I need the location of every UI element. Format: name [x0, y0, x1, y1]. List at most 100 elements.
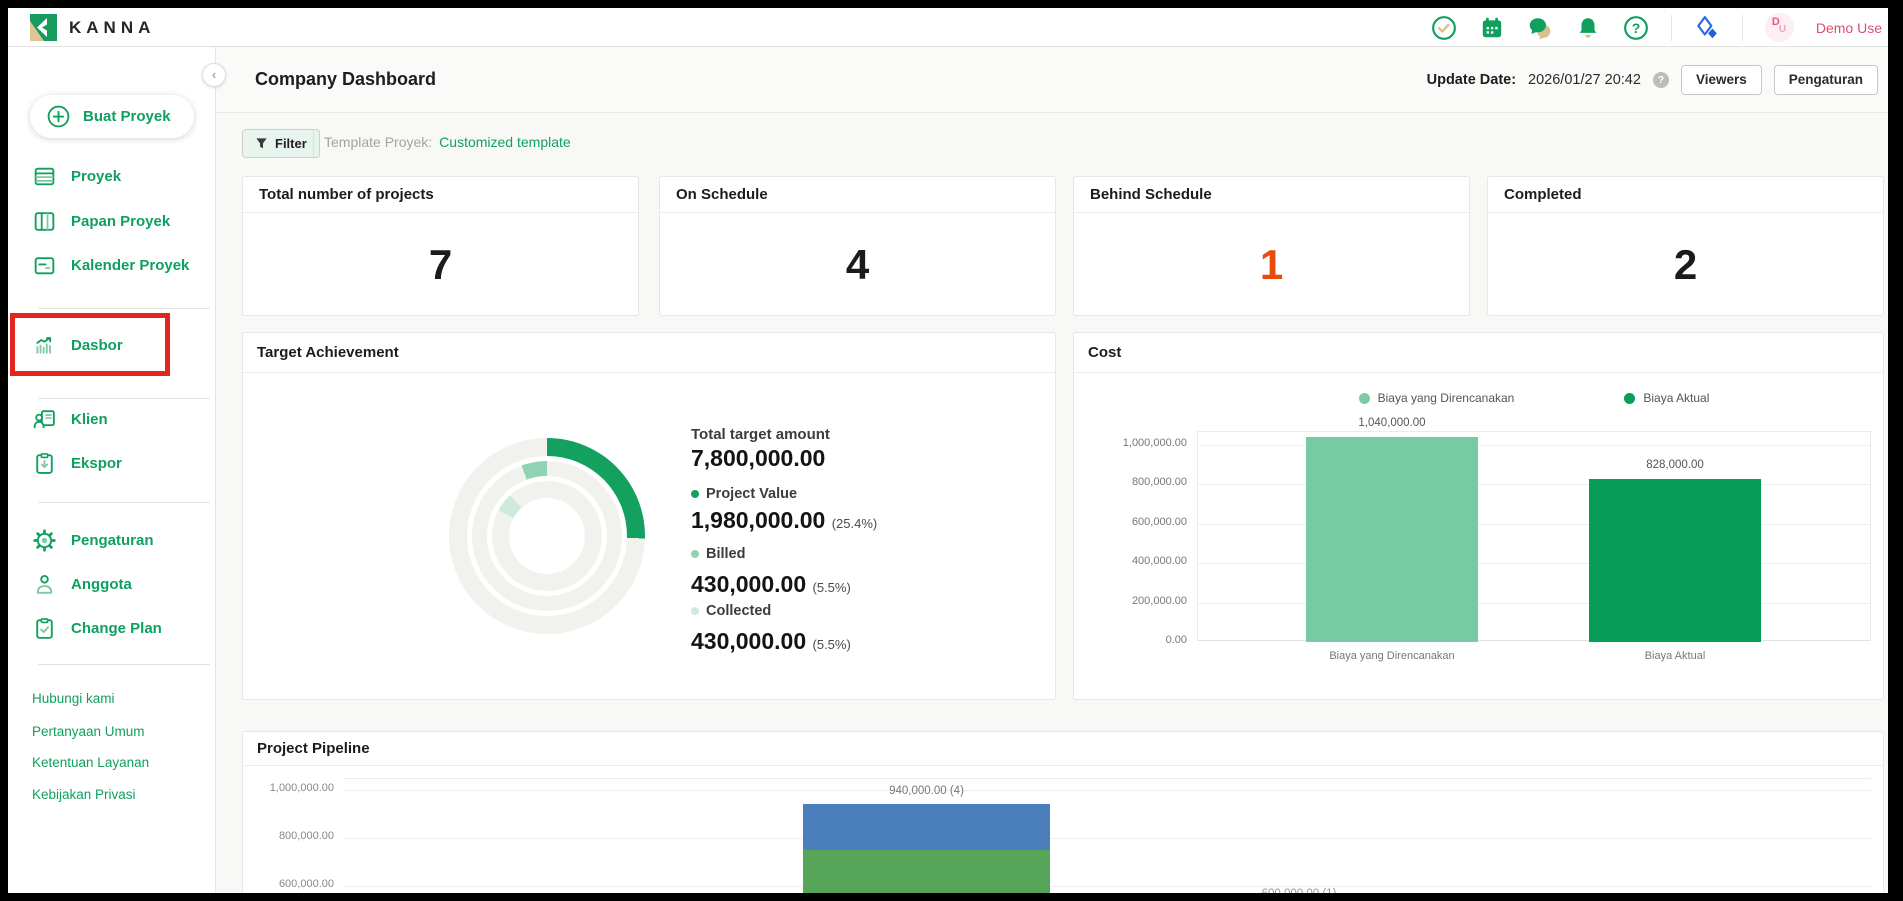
total-target-value: 7,800,000.00 [691, 445, 825, 472]
sidebar-item-change-plan[interactable]: Change Plan [8, 608, 216, 648]
cost-y-tick: 600,000.00 [1074, 516, 1187, 528]
legend-item-planned-cost[interactable]: Biaya yang Direncanakan [1359, 391, 1515, 405]
planned-cost-bar-label: 1,040,000.00 [1306, 417, 1478, 429]
sidebar: Buat Proyek Proyek Papan Proyek [8, 47, 216, 893]
sidebar-item-papan-proyek[interactable]: Papan Proyek [8, 201, 216, 241]
stat-card-title: Behind Schedule [1074, 177, 1469, 213]
cost-panel: Cost Biaya yang Direncanakan Biaya Aktua… [1073, 332, 1884, 700]
topbar-divider [1671, 15, 1672, 41]
total-target-label: Total target amount [691, 426, 830, 443]
calendar-icon[interactable] [1479, 15, 1505, 41]
actual-cost-bar [1589, 479, 1761, 642]
change-plan-icon [32, 616, 57, 641]
cost-y-tick: 1,000,000.00 [1074, 437, 1187, 449]
help-icon[interactable]: ? [1623, 15, 1649, 41]
cost-y-tick: 400,000.00 [1074, 555, 1187, 567]
sidebar-item-dasbor[interactable]: Dasbor [8, 325, 216, 365]
sidebar-item-label: Proyek [71, 168, 121, 185]
sidebar-item-label: Change Plan [71, 620, 162, 637]
pipeline-bar-label: 940,000.00 (4) [803, 785, 1050, 797]
template-value-link[interactable]: Customized template [439, 134, 571, 150]
template-label: Template Proyek: [324, 134, 432, 150]
create-project-label: Buat Proyek [83, 108, 171, 125]
pipeline-y-tick: 1,000,000.00 [243, 782, 334, 794]
svg-text:?: ? [1632, 19, 1641, 35]
user-avatar[interactable]: D U [1765, 13, 1794, 42]
stat-card-value: 7 [243, 213, 638, 317]
sidebar-item-anggota[interactable]: Anggota [8, 564, 216, 604]
stat-card-value: 1 [1074, 213, 1469, 317]
dashboard-icon [32, 333, 57, 358]
billed-dot [691, 550, 699, 558]
page-title: Company Dashboard [255, 69, 436, 90]
sidebar-divider [38, 502, 210, 503]
project-calendar-icon [32, 253, 57, 278]
create-project-button[interactable]: Buat Proyek [30, 95, 194, 138]
sidebar-item-ekspor[interactable]: Ekspor [8, 443, 216, 483]
stat-card-value: 2 [1488, 213, 1883, 317]
project-board-icon [32, 209, 57, 234]
cost-bar-chart: 1,040,000.00 828,000.00 Biaya yang Diren… [1197, 431, 1871, 641]
settings-gear-icon [32, 528, 57, 553]
project-value-amount: 1,980,000.00 (25.4%) [691, 507, 877, 534]
sidebar-item-label: Dasbor [71, 337, 123, 354]
sidebar-link-privacy[interactable]: Kebijakan Privasi [32, 787, 136, 802]
update-date-value: 2026/01/27 20:42 [1528, 72, 1641, 88]
pipeline-stacked-bar-chart: 940,000.00 (4) 600,000.00 (1) [344, 778, 1871, 893]
sidebar-item-kalender-proyek[interactable]: Kalender Proyek [8, 245, 216, 285]
stat-card-on-schedule: On Schedule 4 [659, 176, 1056, 316]
stat-card-value: 4 [660, 213, 1055, 317]
tasks-check-icon[interactable] [1431, 15, 1457, 41]
top-bar: KANNA [8, 8, 1888, 47]
sidebar-item-pengaturan[interactable]: Pengaturan [8, 520, 216, 560]
pipeline-partial-label: 600,000.00 (1) [1209, 888, 1389, 893]
billed-label: Billed [691, 546, 745, 562]
members-icon [32, 572, 57, 597]
billed-percent: (5.5%) [813, 580, 851, 595]
sidebar-item-klien[interactable]: Klien [8, 399, 216, 439]
sidebar-item-label: Klien [71, 411, 108, 428]
plus-circle-icon [46, 104, 71, 129]
project-pipeline-panel: Project Pipeline 1,000,000.00 800,000.00… [242, 731, 1884, 893]
cost-legend: Biaya yang Direncanakan Biaya Aktual [1197, 391, 1871, 405]
pipeline-title: Project Pipeline [243, 732, 1883, 766]
collected-percent: (5.5%) [813, 637, 851, 652]
planned-cost-bar [1306, 437, 1478, 642]
update-date-label: Update Date: [1427, 72, 1516, 88]
ai-sparkle-icon[interactable] [1694, 15, 1720, 41]
actual-cost-bar-label: 828,000.00 [1589, 459, 1761, 471]
sidebar-link-contact[interactable]: Hubungi kami [32, 691, 115, 706]
stat-card-title: Total number of projects [243, 177, 638, 213]
update-date-help-icon[interactable]: ? [1653, 72, 1669, 88]
kanna-logo[interactable]: KANNA [30, 14, 155, 41]
page-header: Company Dashboard Update Date: 2026/01/2… [216, 47, 1888, 113]
user-name[interactable]: Demo Use [1816, 20, 1882, 36]
kanna-logo-icon [30, 14, 57, 41]
filter-button[interactable]: Filter [242, 129, 320, 158]
actual-cost-dot [1624, 393, 1635, 404]
stat-card-behind-schedule: Behind Schedule 1 [1073, 176, 1470, 316]
sidebar-item-label: Kalender Proyek [71, 257, 189, 274]
stat-card-title: Completed [1488, 177, 1883, 213]
notifications-bell-icon[interactable] [1575, 15, 1601, 41]
sidebar-link-faq[interactable]: Pertanyaan Umum [32, 724, 145, 739]
sidebar-item-label: Pengaturan [71, 532, 154, 549]
project-list-icon [32, 164, 57, 189]
cost-y-tick: 800,000.00 [1074, 476, 1187, 488]
filter-button-label: Filter [275, 136, 307, 151]
sidebar-link-terms[interactable]: Ketentuan Layanan [32, 755, 149, 770]
chat-icon[interactable] [1527, 15, 1553, 41]
dashboard-settings-button[interactable]: Pengaturan [1774, 65, 1878, 95]
cost-title: Cost [1074, 333, 1883, 373]
sidebar-item-proyek[interactable]: Proyek [8, 156, 216, 196]
cost-y-tick: 0.00 [1074, 634, 1187, 646]
project-value-percent: (25.4%) [832, 516, 878, 531]
sidebar-collapse-button[interactable]: ‹ [202, 63, 226, 87]
project-value-dot [691, 490, 699, 498]
filter-funnel-icon [255, 137, 268, 150]
viewers-button[interactable]: Viewers [1681, 65, 1762, 95]
collected-dot [691, 607, 699, 615]
cost-y-tick: 200,000.00 [1074, 595, 1187, 607]
legend-item-actual-cost[interactable]: Biaya Aktual [1624, 391, 1709, 405]
sidebar-divider [38, 308, 210, 309]
